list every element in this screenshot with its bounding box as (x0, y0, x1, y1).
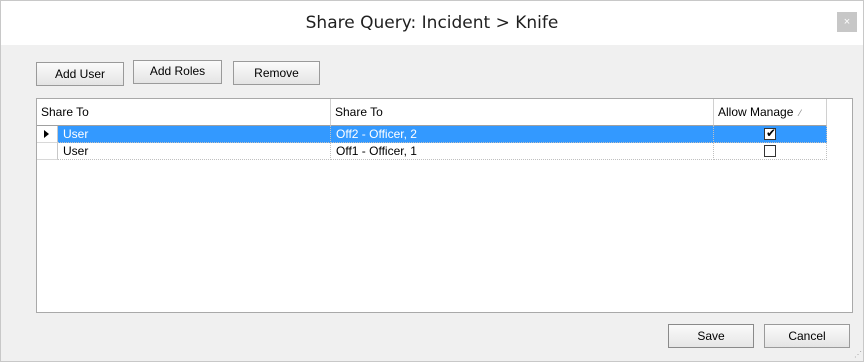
cell-share-to[interactable]: Off1 - Officer, 1 (331, 143, 714, 160)
cell-type[interactable]: User (58, 143, 331, 160)
column-header-label: Allow Manage (718, 105, 794, 119)
table-row[interactable]: User Off1 - Officer, 1 (37, 143, 827, 160)
row-header[interactable] (37, 126, 58, 143)
resize-grip-icon[interactable]: ⋰ (854, 351, 862, 359)
allow-manage-checkbox[interactable]: ✔ (764, 126, 777, 140)
remove-button[interactable]: Remove (233, 61, 320, 85)
close-icon[interactable]: × (837, 12, 857, 32)
dialog-title: Share Query: Incident > Knife (305, 13, 559, 33)
add-user-button[interactable]: Add User (36, 62, 124, 86)
cell-type[interactable]: User (58, 126, 331, 143)
share-grid[interactable]: Share To Share To Allow Manage ⁄ User Off… (36, 98, 853, 313)
cell-share-to[interactable]: Off2 - Officer, 2 (331, 126, 714, 143)
table-row[interactable]: User Off2 - Officer, 2 ✔ (37, 126, 827, 143)
column-header-share-to-type[interactable]: Share To (37, 99, 331, 126)
row-header[interactable] (37, 143, 58, 160)
column-header-share-to[interactable]: Share To (331, 99, 714, 126)
save-button[interactable]: Save (668, 324, 754, 348)
allow-manage-checkbox[interactable] (764, 145, 776, 157)
triangle-right-icon (44, 130, 49, 138)
column-header-allow-manage[interactable]: Allow Manage ⁄ (714, 99, 827, 126)
add-roles-button[interactable]: Add Roles (133, 60, 222, 84)
checkmark-icon: ✔ (765, 126, 777, 140)
title-bar: Share Query: Incident > Knife × (1, 1, 863, 45)
cell-allow-manage: ✔ (714, 126, 827, 143)
cell-allow-manage (714, 143, 827, 160)
column-header-label: Share To (335, 105, 383, 119)
sort-indicator-icon: ⁄ (799, 108, 801, 118)
cancel-button[interactable]: Cancel (764, 324, 850, 348)
column-header-label: Share To (41, 105, 89, 119)
share-query-dialog: Share Query: Incident > Knife × Add User… (0, 0, 864, 362)
